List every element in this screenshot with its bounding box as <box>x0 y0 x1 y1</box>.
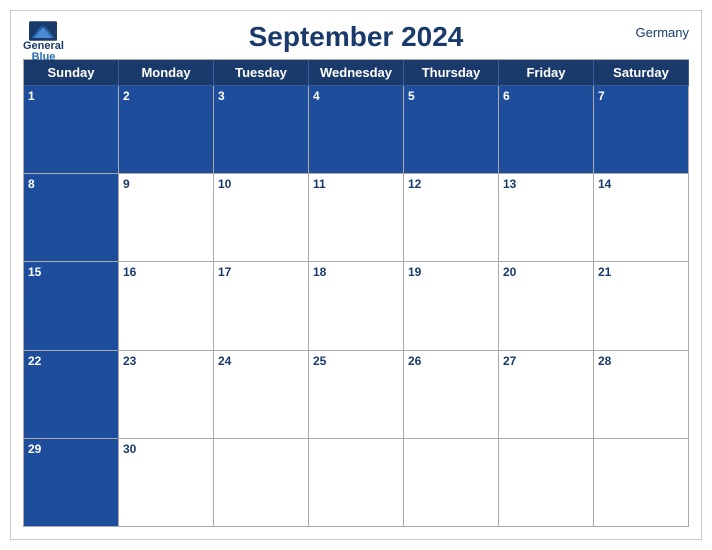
calendar-title: September 2024 <box>249 21 464 53</box>
day-cell-1: 1 <box>24 86 119 174</box>
day-number-20: 20 <box>503 265 516 279</box>
day-cell-empty-33 <box>499 439 594 527</box>
day-cell-29: 29 <box>24 439 119 527</box>
day-number-25: 25 <box>313 354 326 368</box>
day-number-18: 18 <box>313 265 326 279</box>
day-cell-9: 9 <box>119 174 214 262</box>
week-row-2: 8 9 10 11 12 13 14 <box>24 174 689 262</box>
day-header-sunday: Sunday <box>24 60 119 86</box>
day-number-21: 21 <box>598 265 611 279</box>
day-cell-17: 17 <box>214 262 309 350</box>
day-cell-5: 5 <box>404 86 499 174</box>
day-number-29: 29 <box>28 442 41 456</box>
week-row-1: 1 2 3 4 5 6 7 <box>24 86 689 174</box>
day-cell-12: 12 <box>404 174 499 262</box>
day-number-9: 9 <box>123 177 130 191</box>
day-cell-23: 23 <box>119 351 214 439</box>
day-headers-row: SundayMondayTuesdayWednesdayThursdayFrid… <box>24 60 689 86</box>
day-number-15: 15 <box>28 265 41 279</box>
day-cell-empty-31 <box>309 439 404 527</box>
calendar-wrapper: General Blue September 2024 Germany Sund… <box>10 10 702 540</box>
week-row-4: 22 23 24 25 26 27 28 <box>24 351 689 439</box>
day-header-friday: Friday <box>499 60 594 86</box>
day-cell-27: 27 <box>499 351 594 439</box>
day-cell-2: 2 <box>119 86 214 174</box>
day-cell-25: 25 <box>309 351 404 439</box>
day-number-22: 22 <box>28 354 41 368</box>
day-cell-19: 19 <box>404 262 499 350</box>
day-cell-10: 10 <box>214 174 309 262</box>
calendar-grid: SundayMondayTuesdayWednesdayThursdayFrid… <box>23 59 689 527</box>
day-number-24: 24 <box>218 354 231 368</box>
day-cell-26: 26 <box>404 351 499 439</box>
day-header-thursday: Thursday <box>404 60 499 86</box>
general-blue-logo-icon <box>29 21 57 41</box>
week-row-3: 15 16 17 18 19 20 21 <box>24 262 689 350</box>
day-number-10: 10 <box>218 177 231 191</box>
day-cell-22: 22 <box>24 351 119 439</box>
day-number-23: 23 <box>123 354 136 368</box>
day-number-17: 17 <box>218 265 231 279</box>
day-cell-empty-34 <box>594 439 689 527</box>
day-number-30: 30 <box>123 442 136 456</box>
day-header-wednesday: Wednesday <box>309 60 404 86</box>
day-cell-20: 20 <box>499 262 594 350</box>
day-number-11: 11 <box>313 177 326 191</box>
day-header-tuesday: Tuesday <box>214 60 309 86</box>
day-cell-13: 13 <box>499 174 594 262</box>
day-number-4: 4 <box>313 89 320 103</box>
day-number-27: 27 <box>503 354 516 368</box>
day-number-19: 19 <box>408 265 421 279</box>
day-cell-24: 24 <box>214 351 309 439</box>
day-number-1: 1 <box>28 89 35 103</box>
day-cell-6: 6 <box>499 86 594 174</box>
day-cell-15: 15 <box>24 262 119 350</box>
day-cell-18: 18 <box>309 262 404 350</box>
day-number-16: 16 <box>123 265 136 279</box>
week-row-5: 29 30 <box>24 439 689 527</box>
day-cell-21: 21 <box>594 262 689 350</box>
day-cell-30: 30 <box>119 439 214 527</box>
day-cell-3: 3 <box>214 86 309 174</box>
day-number-26: 26 <box>408 354 421 368</box>
day-number-7: 7 <box>598 89 605 103</box>
day-cell-14: 14 <box>594 174 689 262</box>
logo-blue-text: Blue <box>32 52 56 63</box>
day-header-saturday: Saturday <box>594 60 689 86</box>
day-number-12: 12 <box>408 177 421 191</box>
day-cell-28: 28 <box>594 351 689 439</box>
day-cell-empty-32 <box>404 439 499 527</box>
day-cell-4: 4 <box>309 86 404 174</box>
calendar-body: 1234567891011121314151617181920212223242… <box>24 86 689 527</box>
day-number-3: 3 <box>218 89 225 103</box>
day-cell-7: 7 <box>594 86 689 174</box>
day-cell-16: 16 <box>119 262 214 350</box>
day-cell-11: 11 <box>309 174 404 262</box>
day-cell-empty-30 <box>214 439 309 527</box>
day-number-5: 5 <box>408 89 415 103</box>
day-number-8: 8 <box>28 177 35 191</box>
day-number-14: 14 <box>598 177 611 191</box>
day-number-28: 28 <box>598 354 611 368</box>
day-cell-8: 8 <box>24 174 119 262</box>
day-number-13: 13 <box>503 177 516 191</box>
logo-area: General Blue <box>23 21 64 63</box>
calendar-header: General Blue September 2024 Germany <box>23 21 689 53</box>
day-header-monday: Monday <box>119 60 214 86</box>
day-number-2: 2 <box>123 89 130 103</box>
country-label: Germany <box>636 25 689 40</box>
day-number-6: 6 <box>503 89 510 103</box>
